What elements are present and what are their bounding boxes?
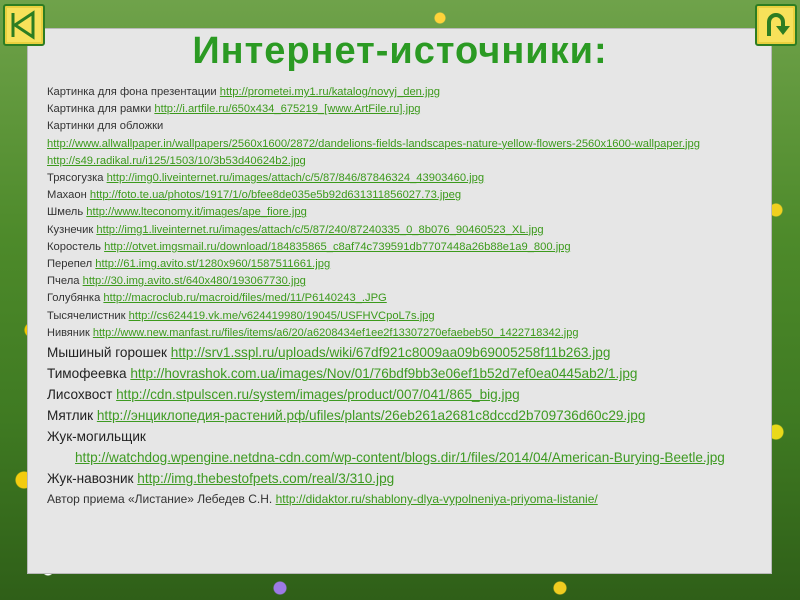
source-line: Коростель http://otvet.imgsmail.ru/downl… xyxy=(47,239,767,256)
source-label: Картинка для фона презентации xyxy=(47,86,217,98)
source-line: Трясогузка http://img0.liveinternet.ru/i… xyxy=(47,170,767,187)
source-line: Жук-могильщик xyxy=(47,426,767,447)
source-link[interactable]: http://didaktor.ru/shablony-dlya-vypolne… xyxy=(276,492,598,506)
source-label: Мышиный горошек xyxy=(47,345,167,361)
source-label: Голубянка xyxy=(47,292,101,305)
source-line: Махаон http://foto.te.ua/photos/1917/1/o… xyxy=(47,187,767,204)
source-link[interactable]: http://cs624419.vk.me/v624419980/19045/U… xyxy=(129,310,435,322)
source-link[interactable]: http://prometei.my1.ru/katalog/novyj_den… xyxy=(220,86,440,98)
source-line: Лисохвост http://cdn.stpulscen.ru/system… xyxy=(47,384,767,405)
source-label: Кузнечик xyxy=(47,223,94,236)
source-link[interactable]: http://i.artfile.ru/650x434_675219_[www.… xyxy=(154,103,420,115)
source-line: Картинка для рамки http://i.artfile.ru/6… xyxy=(47,101,767,118)
source-label: Пчела xyxy=(47,275,80,288)
source-label: Картинки для обложки xyxy=(47,120,164,133)
source-line: Автор приема «Листание» Лебедев С.Н. htt… xyxy=(47,489,767,509)
source-link[interactable]: http://img0.liveinternet.ru/images/attac… xyxy=(107,172,485,184)
source-link[interactable]: http://foto.te.ua/photos/1917/1/o/bfee8d… xyxy=(90,189,461,201)
source-link[interactable]: http://cdn.stpulscen.ru/system/images/pr… xyxy=(116,387,520,402)
source-line: Нивяник http://www.new.manfast.ru/files/… xyxy=(47,325,767,342)
source-line: Голубянка http://macroclub.ru/macroid/fi… xyxy=(47,290,767,307)
source-link[interactable]: http://hovrashok.com.ua/images/Nov/01/76… xyxy=(130,366,637,381)
source-label: Мятлик xyxy=(47,408,94,424)
source-link[interactable]: http://61.img.avito.st/1280x960/15875116… xyxy=(95,258,330,270)
source-line: Мятлик http://энциклопедия-растений.рф/u… xyxy=(47,405,767,426)
source-link[interactable]: http://www.allwallpaper.in/wallpapers/25… xyxy=(47,138,700,150)
source-line: Перепел http://61.img.avito.st/1280x960/… xyxy=(47,256,767,273)
source-link[interactable]: http://watchdog.wpengine.netdna-cdn.com/… xyxy=(75,450,725,465)
source-line: http://www.allwallpaper.in/wallpapers/25… xyxy=(47,136,767,153)
source-link[interactable]: http://img.thebestofpets.com/real/3/310.… xyxy=(137,471,394,486)
source-label: Перепел xyxy=(47,258,93,271)
source-link[interactable]: http://s49.radikal.ru/i125/1503/10/3b53d… xyxy=(47,155,306,167)
source-link[interactable]: http://30.img.avito.st/640x480/193067730… xyxy=(83,275,306,287)
source-link[interactable]: http://img1.liveinternet.ru/images/attac… xyxy=(96,224,543,236)
source-line: Жук-навозник http://img.thebestofpets.co… xyxy=(47,468,767,489)
source-label: Жук-навозник xyxy=(47,471,134,487)
source-line: http://watchdog.wpengine.netdna-cdn.com/… xyxy=(47,447,755,468)
source-label: Тысячелистник xyxy=(47,309,126,322)
sources-list: Картинка для фона презентации http://pro… xyxy=(47,84,767,509)
source-link[interactable]: http://энциклопедия-растений.рф/ufiles/p… xyxy=(97,408,646,423)
source-link[interactable]: http://srv1.sspl.ru/uploads/wiki/67df921… xyxy=(171,345,611,360)
source-link[interactable]: http://macroclub.ru/macroid/files/med/11… xyxy=(103,292,386,304)
source-label: Нивяник xyxy=(47,326,90,339)
page-title: Интернет-источники: xyxy=(192,30,608,72)
source-line: Шмель http://www.lteconomy.it/images/ape… xyxy=(47,204,767,221)
source-line: Кузнечик http://img1.liveinternet.ru/ima… xyxy=(47,222,767,239)
source-link[interactable]: http://otvet.imgsmail.ru/download/184835… xyxy=(104,241,571,253)
source-label: Лисохвост xyxy=(47,387,113,403)
source-label: Шмель xyxy=(47,206,84,219)
source-label: Картинка для рамки xyxy=(47,103,152,116)
source-line: Картинки для обложки xyxy=(47,118,767,135)
source-label: Жук-могильщик xyxy=(47,429,146,445)
source-label: Трясогузка xyxy=(47,172,104,185)
source-link[interactable]: http://www.lteconomy.it/images/ape_fiore… xyxy=(86,206,307,218)
source-label: Тимофеевка xyxy=(47,366,127,382)
source-line: http://s49.radikal.ru/i125/1503/10/3b53d… xyxy=(47,153,767,170)
source-label: Автор приема «Листание» Лебедев С.Н. xyxy=(47,492,273,507)
source-link[interactable]: http://www.new.manfast.ru/files/items/a6… xyxy=(93,327,579,339)
source-label: Махаон xyxy=(47,189,87,202)
source-line: Картинка для фона презентации http://pro… xyxy=(47,84,767,101)
source-label: Коростель xyxy=(47,240,101,253)
source-line: Тимофеевка http://hovrashok.com.ua/image… xyxy=(47,363,767,384)
source-line: Мышиный горошек http://srv1.sspl.ru/uplo… xyxy=(47,342,767,363)
source-line: Пчела http://30.img.avito.st/640x480/193… xyxy=(47,273,767,290)
source-line: Тысячелистник http://cs624419.vk.me/v624… xyxy=(47,308,767,325)
